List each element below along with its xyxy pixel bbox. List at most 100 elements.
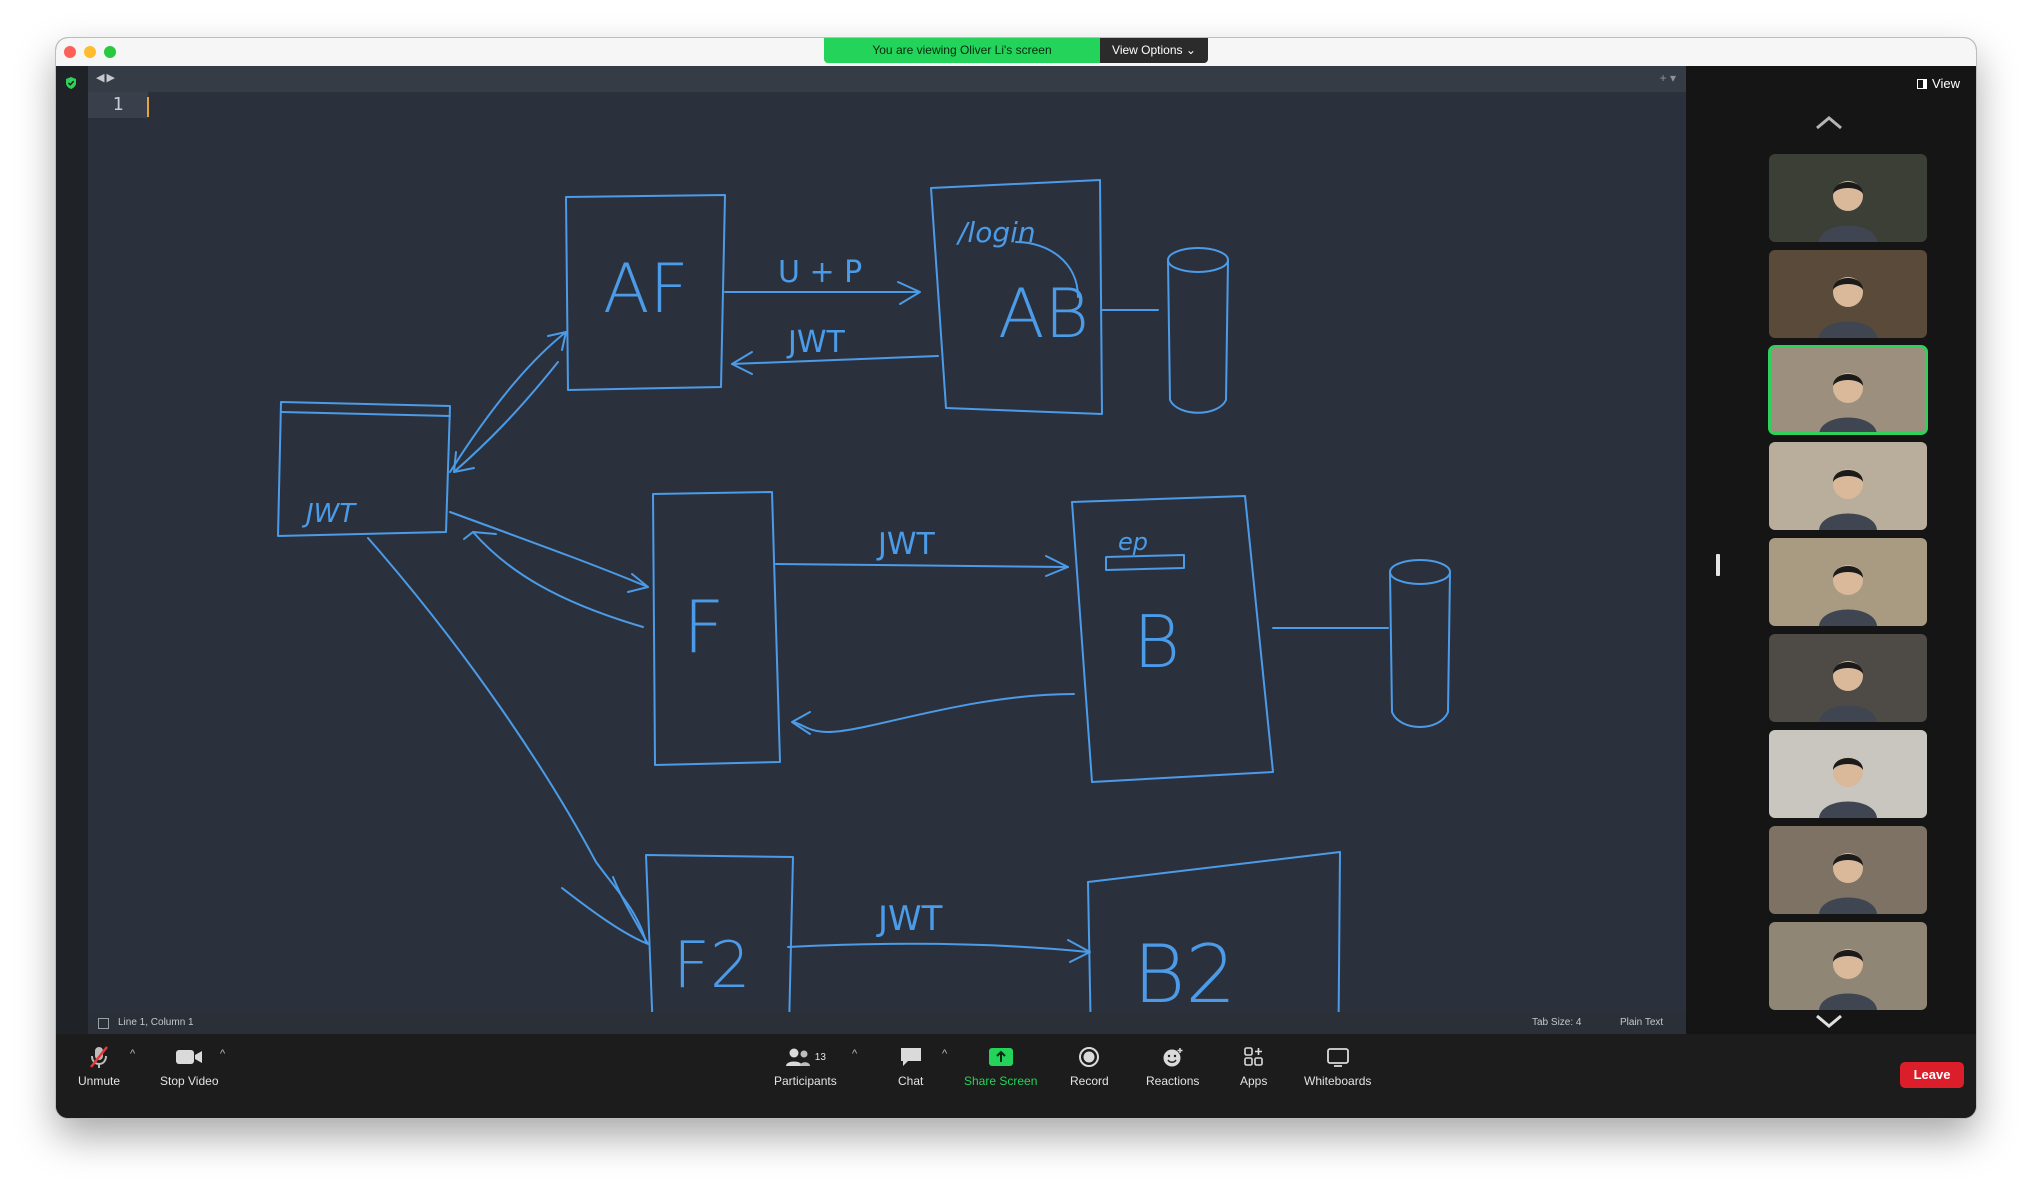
view-button[interactable]: View: [1917, 76, 1960, 91]
b-to-f-head: [791, 711, 811, 735]
af-label: AF: [603, 250, 689, 329]
video-tile-participant-2[interactable]: [1769, 250, 1927, 338]
chat-label: Chat: [898, 1074, 924, 1088]
chat-options-caret-icon[interactable]: ^: [942, 1048, 947, 1060]
client-to-f2-head: [561, 876, 649, 945]
leave-button[interactable]: Leave: [1900, 1062, 1964, 1088]
editor-tab-bar: ◀▶ + ▾: [88, 66, 1686, 92]
participant-avatar-icon: [1819, 661, 1877, 722]
participants-icon: [785, 1048, 810, 1066]
reactions-smiley-icon: [1163, 1048, 1183, 1067]
screen-share-banner: You are viewing Oliver Li's screen View …: [824, 38, 1208, 63]
view-options-button[interactable]: View Options ⌄: [1100, 38, 1208, 63]
chat-bubble-icon: [900, 1048, 921, 1066]
whiteboards-button[interactable]: Whiteboards: [1304, 1044, 1371, 1088]
text-editor: ◀▶ + ▾ 1 JWT AF /login AB U + P JWT F ep…: [88, 66, 1686, 1034]
participants-options-caret-icon[interactable]: ^: [852, 1048, 857, 1060]
participant-avatar-icon: [1819, 181, 1877, 242]
view-label: View: [1932, 76, 1960, 91]
chevron-down-icon[interactable]: [1814, 1012, 1844, 1030]
sidebar-toggle-icon[interactable]: [98, 1018, 109, 1029]
database-1-top: [1167, 247, 1229, 273]
f2-label: F2: [673, 929, 751, 1003]
editor-nav-arrows-icon[interactable]: ◀▶: [96, 71, 117, 84]
client-to-f2-arrow: [367, 537, 647, 943]
participant-avatar-icon: [1819, 277, 1877, 338]
video-tile-participant-8[interactable]: [1769, 826, 1927, 914]
video-tile-participant-5[interactable]: [1769, 538, 1927, 626]
participants-button[interactable]: 13 Participants: [774, 1044, 837, 1088]
chevron-up-icon[interactable]: [1814, 114, 1844, 132]
apps-button[interactable]: Apps: [1240, 1044, 1267, 1088]
client-to-af-arrow: [449, 331, 567, 473]
participants-count: 13: [814, 1051, 826, 1063]
video-tile-participant-4[interactable]: [1769, 442, 1927, 530]
record-icon: [1079, 1047, 1100, 1067]
ep-rect: [1105, 554, 1185, 571]
unmute-label: Unmute: [78, 1074, 121, 1088]
b-label: B: [1133, 600, 1180, 684]
video-tile-participant-1[interactable]: [1769, 154, 1927, 242]
af-to-client-arrow: [453, 361, 559, 473]
f-to-client-head: [463, 531, 497, 540]
audio-options-caret-icon[interactable]: ^: [130, 1048, 135, 1060]
reactions-label: Reactions: [1146, 1074, 1200, 1088]
client-jwt-label: JWT: [301, 499, 357, 529]
chat-button[interactable]: Chat: [898, 1044, 923, 1088]
meeting-toolbar: Unmute ^ Stop Video ^ 13 Participants ^ …: [56, 1034, 1976, 1118]
minimize-window-button[interactable]: [84, 46, 96, 58]
participants-label: Participants: [774, 1074, 837, 1088]
syntax-mode[interactable]: Plain Text: [1620, 1012, 1663, 1034]
video-tile-participant-7[interactable]: [1769, 730, 1927, 818]
client-to-f-arrow: [449, 511, 649, 588]
share-screen-icon: [988, 1048, 1013, 1066]
jwt-ab-label: JWT: [786, 325, 846, 360]
encryption-shield-icon: [66, 77, 76, 89]
stop-video-label: Stop Video: [160, 1074, 219, 1088]
zoom-window: You are viewing Oliver Li's screen View …: [56, 38, 1976, 1118]
video-options-caret-icon[interactable]: ^: [220, 1048, 225, 1060]
record-button[interactable]: Record: [1070, 1044, 1109, 1088]
client-box-header-line: [280, 411, 451, 417]
database-2-body: [1389, 571, 1451, 728]
ep-label: ep: [1118, 528, 1148, 556]
f-to-client-arrow: [472, 531, 644, 628]
b-to-f-arrow: [792, 693, 1075, 733]
jwt-fb-label: JWT: [876, 527, 936, 562]
participant-avatar-icon: [1819, 757, 1877, 818]
unmute-button[interactable]: Unmute: [78, 1044, 120, 1088]
b2-label: B2: [1133, 928, 1236, 1012]
share-screen-button[interactable]: Share Screen: [964, 1044, 1037, 1088]
stop-video-button[interactable]: Stop Video: [160, 1044, 219, 1088]
maximize-window-button[interactable]: [104, 46, 116, 58]
share-screen-label: Share Screen: [964, 1074, 1038, 1088]
b2-box-left: [1087, 881, 1092, 1012]
whiteboards-label: Whiteboards: [1304, 1074, 1372, 1088]
apps-icon: [1243, 1047, 1263, 1066]
close-window-button[interactable]: [64, 46, 76, 58]
tab-size[interactable]: Tab Size: 4: [1532, 1012, 1581, 1034]
database-1-body: [1167, 259, 1229, 414]
record-label: Record: [1070, 1074, 1109, 1088]
video-tile-participant-9[interactable]: [1769, 922, 1927, 1010]
view-options-label: View Options: [1112, 43, 1183, 57]
chevron-down-icon: ⌄: [1185, 43, 1196, 57]
participant-avatar-icon: [1819, 949, 1877, 1010]
title-bar: You are viewing Oliver Li's screen View …: [56, 38, 1976, 67]
video-tile-participant-6[interactable]: [1769, 634, 1927, 722]
shared-screen-area: ◀▶ + ▾ 1 JWT AF /login AB U + P JWT F ep…: [56, 66, 1686, 1034]
participant-avatar-icon: [1819, 373, 1877, 434]
gallery-resize-handle[interactable]: [1716, 554, 1720, 576]
login-label: /login: [955, 216, 1036, 249]
whiteboard-drawing: JWT AF /login AB U + P JWT F ep B JWT F2…: [277, 179, 1451, 1012]
ab-label: AB: [998, 275, 1089, 354]
video-tile-participant-3[interactable]: [1768, 345, 1928, 435]
editor-add-tab-icon[interactable]: + ▾: [1660, 71, 1676, 85]
reactions-button[interactable]: Reactions: [1146, 1044, 1199, 1088]
microphone-muted-icon: [90, 1046, 108, 1068]
video-gallery: View: [1686, 66, 1976, 1034]
client-box: [277, 401, 451, 537]
whiteboard-icon: [1326, 1048, 1349, 1067]
participant-avatar-icon: [1819, 565, 1877, 626]
viewing-screen-text: You are viewing Oliver Li's screen: [824, 38, 1100, 63]
